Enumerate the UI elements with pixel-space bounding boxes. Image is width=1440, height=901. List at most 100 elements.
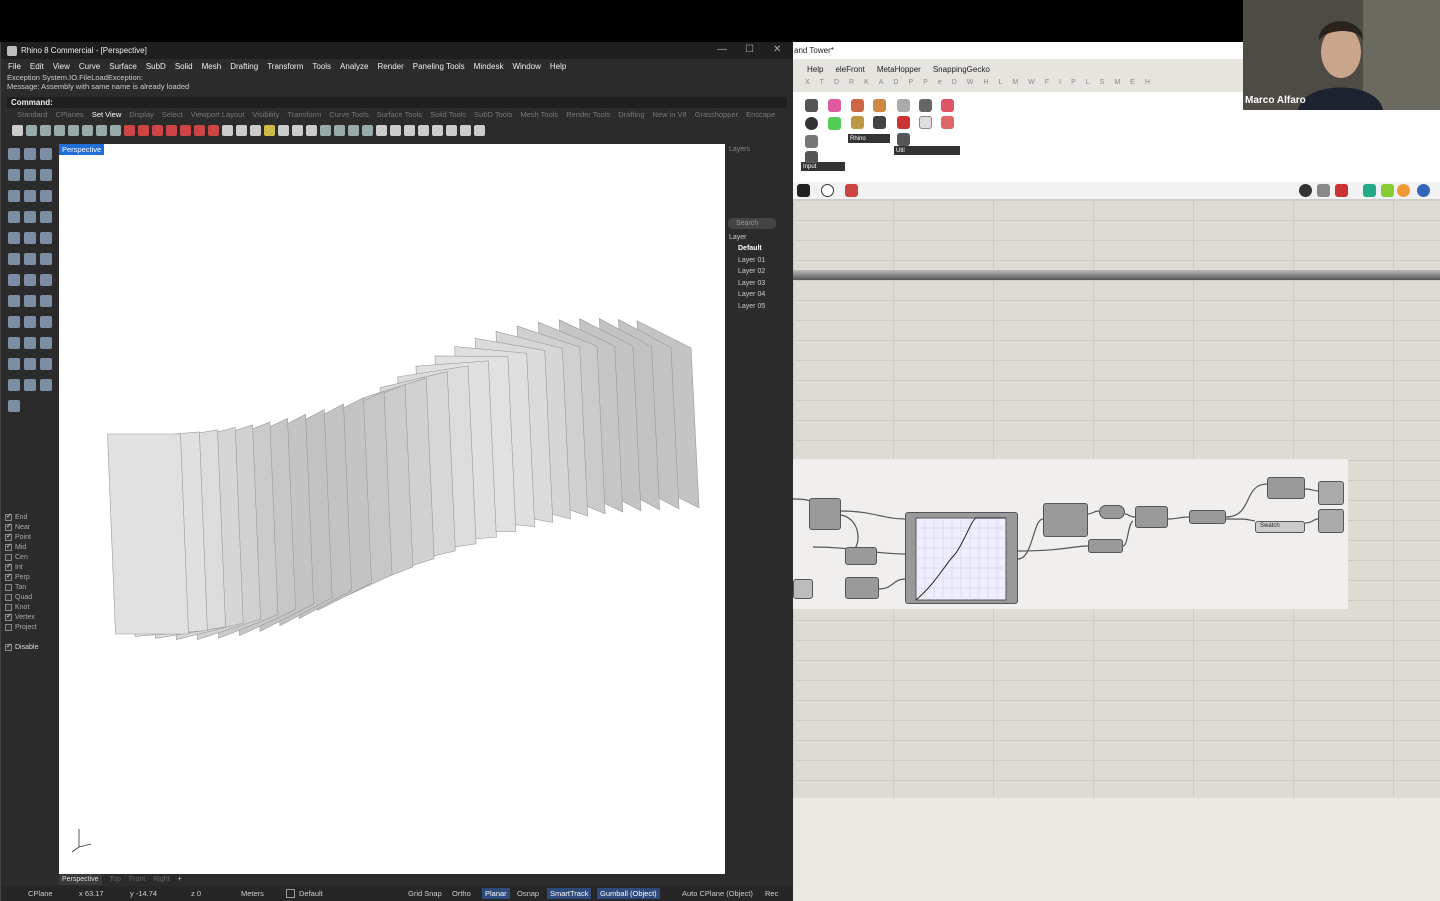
cplane-object-icon[interactable] <box>264 124 275 136</box>
tab-render-tools[interactable]: Render Tools <box>566 110 610 121</box>
ellipse-icon[interactable] <box>40 169 52 181</box>
material-icon[interactable] <box>1397 184 1410 197</box>
render-icon[interactable] <box>40 274 52 286</box>
tab-grasshopper[interactable]: Grasshopper <box>695 110 738 121</box>
menu-help[interactable]: Help <box>550 62 566 71</box>
menu-curve[interactable]: Curve <box>79 62 100 71</box>
gradient-icon[interactable] <box>828 99 841 112</box>
series-component[interactable] <box>845 577 879 599</box>
tab-subd-tools[interactable]: SubD Tools <box>474 110 512 121</box>
undo-view-icon[interactable] <box>82 124 93 136</box>
check-icon[interactable] <box>24 379 36 391</box>
polyline-icon[interactable] <box>40 148 52 160</box>
category-tab[interactable]: F <box>1045 79 1049 89</box>
rhino-ref-icon[interactable] <box>851 99 864 112</box>
tab-visibility[interactable]: Visibility <box>252 110 279 121</box>
category-tab[interactable]: L <box>1086 79 1090 89</box>
tab-enscape[interactable]: Enscape <box>746 110 775 121</box>
paint-icon[interactable] <box>8 400 20 412</box>
split-icon[interactable] <box>40 337 52 349</box>
offset-icon[interactable] <box>24 211 36 223</box>
preview-selected-icon[interactable] <box>1335 184 1348 197</box>
menu-file[interactable]: File <box>8 62 21 71</box>
sketch-icon[interactable] <box>845 184 858 197</box>
bake-icon[interactable] <box>873 99 886 112</box>
zoom-selected-icon[interactable] <box>96 124 107 136</box>
command-prompt[interactable]: Command: <box>7 97 787 108</box>
compass-icon[interactable] <box>334 124 345 136</box>
boolean-icon[interactable] <box>40 253 52 265</box>
layer-item[interactable]: Layer 04 <box>726 289 778 301</box>
cylinder-icon[interactable] <box>24 232 36 244</box>
explode-icon[interactable] <box>24 253 36 265</box>
zoom-extents-icon[interactable] <box>68 124 79 136</box>
move-component[interactable] <box>1043 503 1088 537</box>
status-units[interactable]: Meters <box>241 889 264 898</box>
osnap-project-checkbox[interactable] <box>5 623 12 631</box>
osnap-point-checkbox[interactable] <box>5 532 12 541</box>
select-icon[interactable] <box>8 148 20 160</box>
tab-perspective[interactable]: Perspective <box>59 874 102 885</box>
rotate-icon[interactable] <box>24 295 36 307</box>
eye-icon[interactable] <box>821 184 834 197</box>
status-layer[interactable]: Default <box>299 889 323 898</box>
menu-surface[interactable]: Surface <box>109 62 137 71</box>
wave-icon[interactable] <box>897 99 910 112</box>
osnap-near-checkbox[interactable] <box>5 522 12 531</box>
category-tab[interactable]: E <box>1130 79 1135 89</box>
category-tab[interactable]: T <box>820 79 824 89</box>
gh-menu-snappinggecko[interactable]: SnappingGecko <box>933 63 990 77</box>
osnap-end-checkbox[interactable] <box>5 512 12 521</box>
zoom-icon[interactable] <box>40 124 51 136</box>
mesh-quality-icon[interactable] <box>1363 184 1376 197</box>
orbit-icon[interactable] <box>460 124 471 136</box>
hatch-icon[interactable] <box>40 316 52 328</box>
tab-mesh-tools[interactable]: Mesh Tools <box>520 110 558 121</box>
swatch-component[interactable]: Swatch <box>1255 521 1305 533</box>
plan-view-icon[interactable] <box>404 124 415 136</box>
cherry-icon[interactable] <box>897 116 910 129</box>
zoom-target-icon[interactable] <box>110 124 121 136</box>
sun-icon[interactable] <box>362 124 373 136</box>
fillet-icon[interactable] <box>8 211 20 223</box>
slider-icon[interactable] <box>805 135 818 148</box>
rectangle-icon[interactable] <box>24 190 36 202</box>
circle-icon[interactable] <box>24 169 36 181</box>
polygon-icon[interactable] <box>8 190 20 202</box>
relay-component[interactable] <box>1099 505 1125 519</box>
arrow-right-icon[interactable] <box>919 99 932 112</box>
osnap-int-checkbox[interactable] <box>5 562 12 571</box>
auto-cplane-toggle[interactable]: Auto CPlane (Object) <box>682 889 753 898</box>
smarttrack-toggle[interactable]: SmartTrack <box>547 888 592 899</box>
category-tab[interactable]: S <box>1100 79 1105 89</box>
status-cplane[interactable]: CPlane <box>28 889 53 898</box>
ortho-toggle[interactable]: Ortho <box>452 889 471 898</box>
geometry-pipeline-icon[interactable] <box>941 99 954 112</box>
orient-component[interactable] <box>1189 510 1226 524</box>
block-icon[interactable] <box>24 358 36 370</box>
named-view-icon[interactable] <box>124 124 135 136</box>
osnap-disable-checkbox[interactable] <box>5 642 12 651</box>
scale-icon[interactable] <box>40 295 52 307</box>
osnap-perp-checkbox[interactable] <box>5 572 12 581</box>
input-param[interactable] <box>793 579 813 599</box>
graph-mapper-component[interactable] <box>905 512 1018 604</box>
button-icon[interactable] <box>805 117 818 130</box>
layer-item[interactable]: Layer 05 <box>726 301 778 313</box>
osnap-toggle[interactable]: Osnap <box>517 889 539 898</box>
layer-icon[interactable] <box>40 358 52 370</box>
dimension-icon[interactable] <box>8 316 20 328</box>
tab-transform[interactable]: Transform <box>287 110 321 121</box>
perspective-viewport[interactable] <box>59 144 725 874</box>
tab-viewport-layout[interactable]: Viewport Layout <box>191 110 245 121</box>
category-tab[interactable]: D <box>893 79 898 89</box>
sphere-icon[interactable] <box>40 232 52 244</box>
view-perspective-icon[interactable] <box>180 124 191 136</box>
maximize-icon[interactable]: ☐ <box>745 44 754 55</box>
honeycomb-icon[interactable] <box>851 116 864 129</box>
preview-shaded-icon[interactable] <box>1317 184 1330 197</box>
properties-icon[interactable] <box>40 379 52 391</box>
menu-window[interactable]: Window <box>512 62 540 71</box>
toggle-icon[interactable] <box>805 99 818 112</box>
hex-icon[interactable] <box>873 116 886 129</box>
